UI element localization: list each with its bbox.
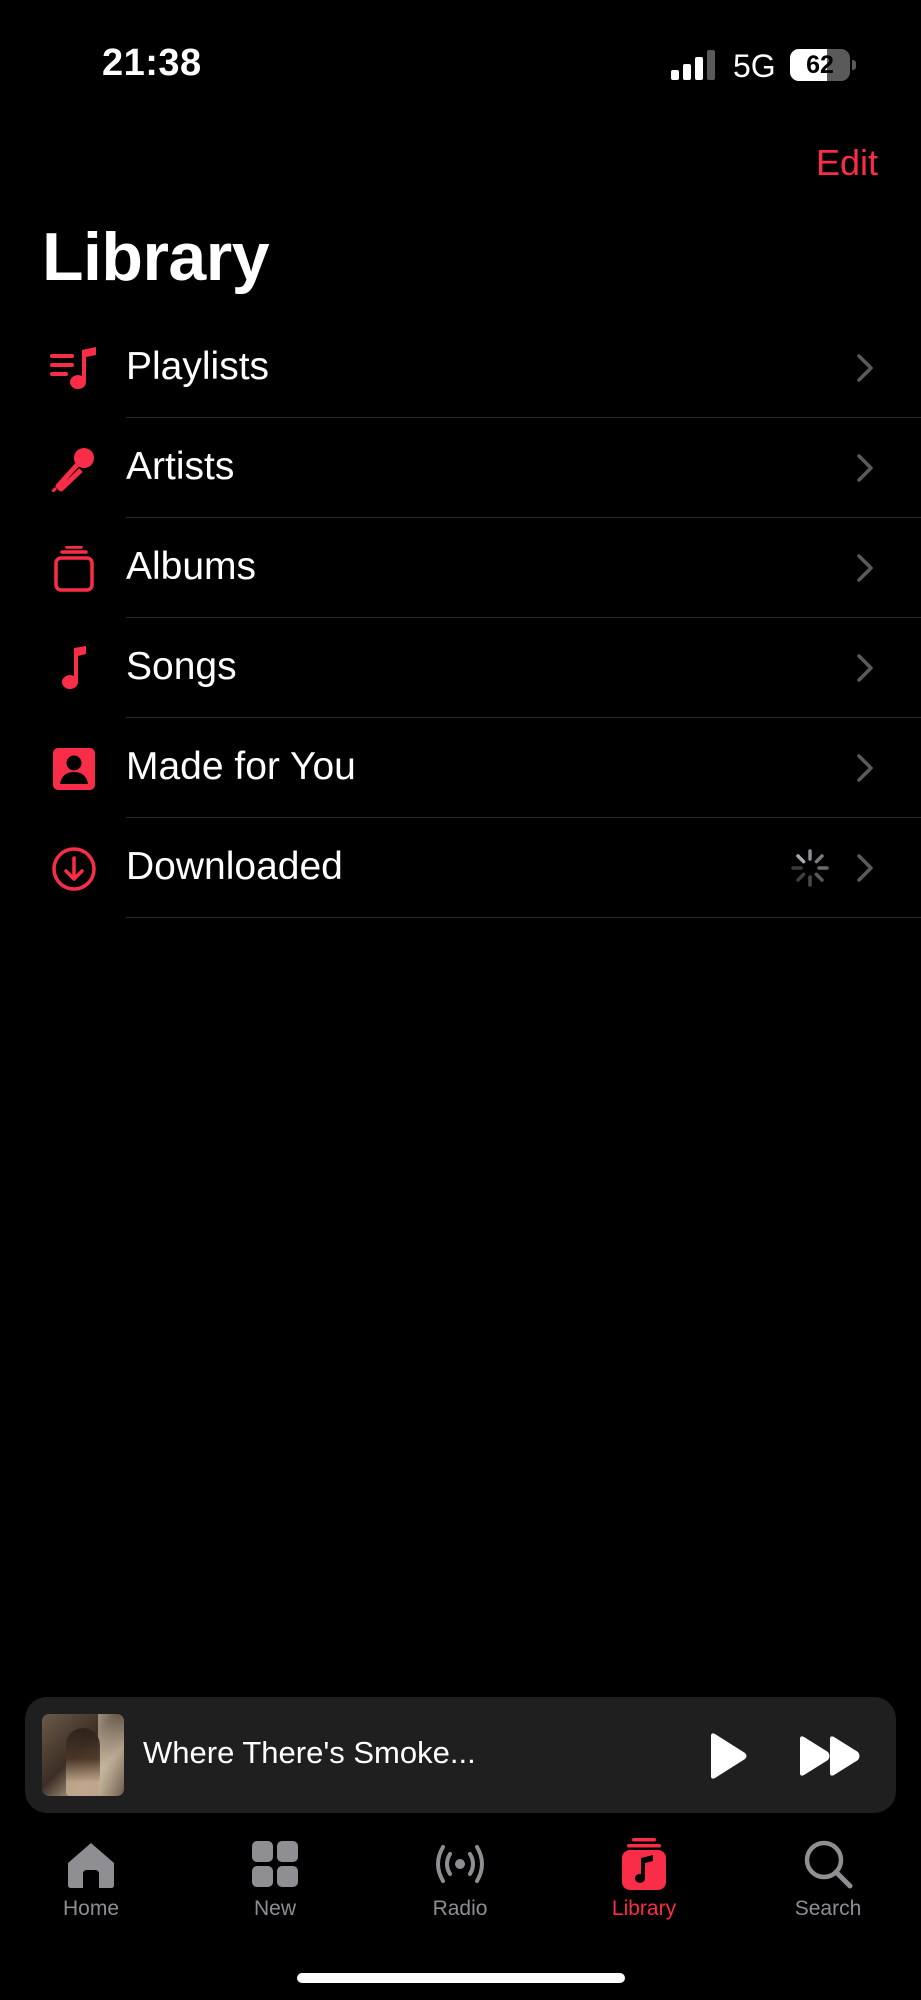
tab-new[interactable]: New bbox=[210, 1830, 340, 1940]
edit-button[interactable]: Edit bbox=[816, 142, 878, 184]
library-item-label: Downloaded bbox=[126, 845, 343, 888]
tab-label: New bbox=[253, 1897, 296, 1920]
library-item-songs[interactable]: Songs bbox=[0, 618, 921, 718]
fast-forward-icon[interactable] bbox=[796, 1731, 866, 1781]
tab-label: Home bbox=[62, 1897, 120, 1920]
network-type: 5G bbox=[733, 48, 776, 84]
library-item-downloaded[interactable]: Downloaded bbox=[0, 818, 921, 918]
library-item-label: Made for You bbox=[126, 745, 356, 788]
tab-label: Radio bbox=[432, 1897, 488, 1920]
status-bar: 21:38 5G 62 bbox=[0, 0, 921, 130]
now-playing-title: Where There's Smoke... bbox=[143, 1735, 476, 1770]
search-icon bbox=[804, 1840, 853, 1889]
tab-home[interactable]: Home bbox=[26, 1830, 156, 1940]
chevron-right-icon bbox=[857, 454, 873, 482]
album-artwork bbox=[42, 1714, 124, 1796]
library-item-albums[interactable]: Albums bbox=[0, 518, 921, 618]
music-note-icon bbox=[50, 646, 100, 692]
library-item-playlists[interactable]: Playlists bbox=[0, 318, 921, 418]
battery-level: 62 bbox=[806, 51, 834, 79]
tab-search[interactable]: Search bbox=[763, 1830, 893, 1940]
library-icon bbox=[622, 1838, 666, 1890]
tab-bar: Home New Radio Library Search bbox=[0, 1830, 921, 1950]
grid-icon bbox=[252, 1841, 298, 1887]
tab-radio[interactable]: Radio bbox=[395, 1830, 525, 1940]
home-indicator[interactable] bbox=[297, 1973, 625, 1983]
mini-player[interactable]: Where There's Smoke... bbox=[25, 1697, 896, 1813]
battery-icon: 62 bbox=[790, 49, 856, 81]
chevron-right-icon bbox=[857, 754, 873, 782]
home-icon bbox=[68, 1843, 114, 1888]
library-item-label: Playlists bbox=[126, 345, 270, 388]
library-item-made-for-you[interactable]: Made for You bbox=[0, 718, 921, 818]
row-divider bbox=[126, 917, 921, 918]
tab-label: Search bbox=[794, 1897, 862, 1920]
radio-icon bbox=[436, 1845, 484, 1883]
chevron-right-icon bbox=[857, 354, 873, 382]
chevron-right-icon bbox=[857, 554, 873, 582]
tab-label: Library bbox=[611, 1897, 677, 1920]
page-title: Library bbox=[42, 219, 270, 295]
cellular-signal-icon bbox=[671, 50, 715, 80]
library-item-label: Albums bbox=[126, 545, 257, 588]
download-icon bbox=[50, 846, 100, 892]
library-item-label: Songs bbox=[126, 645, 237, 688]
person-square-icon bbox=[50, 746, 100, 792]
microphone-icon bbox=[50, 446, 100, 492]
library-item-artists[interactable]: Artists bbox=[0, 418, 921, 518]
status-time: 21:38 bbox=[102, 42, 202, 84]
chevron-right-icon bbox=[857, 854, 873, 882]
library-list: Playlists Artists Albums Songs Made for … bbox=[0, 318, 921, 918]
chevron-right-icon bbox=[857, 654, 873, 682]
loading-spinner-icon bbox=[791, 849, 829, 887]
tab-library[interactable]: Library bbox=[579, 1830, 709, 1940]
albums-icon bbox=[50, 546, 100, 592]
library-item-label: Artists bbox=[126, 445, 235, 488]
play-icon[interactable] bbox=[701, 1731, 751, 1781]
playlists-icon bbox=[50, 346, 100, 392]
